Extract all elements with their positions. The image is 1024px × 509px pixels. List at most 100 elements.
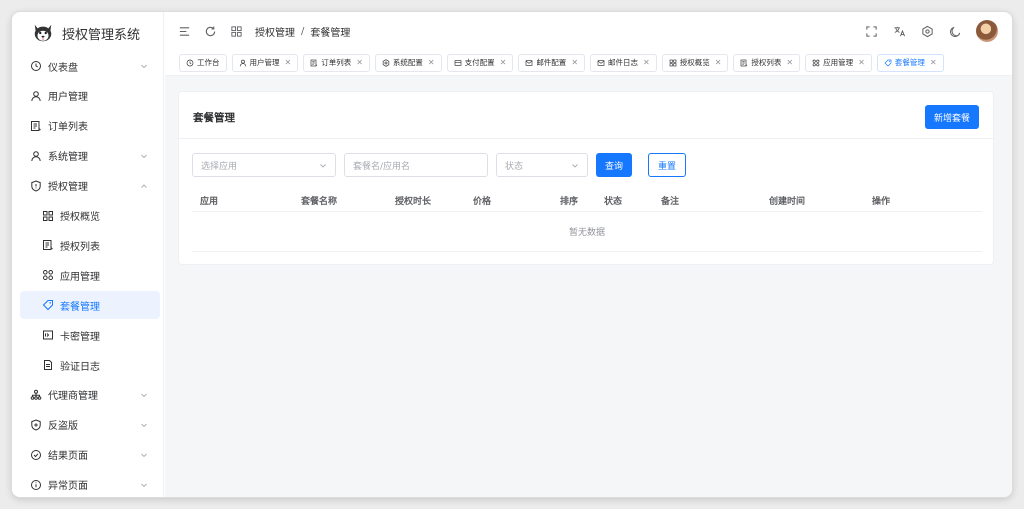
mail-icon (597, 59, 605, 66)
user-icon (31, 150, 41, 161)
avatar[interactable] (976, 20, 998, 42)
info-circle-icon (31, 479, 41, 490)
sidebar-item-label: 异常页面 (48, 481, 88, 493)
shield-plus-icon (31, 419, 41, 431)
page-title: 套餐管理 (193, 112, 235, 124)
tab[interactable]: 支付配置 ✕ (446, 53, 514, 72)
sidebar-item[interactable]: 验证日志 (20, 351, 160, 379)
sidebar-item-label: 结果页面 (48, 451, 88, 463)
list-icon (43, 240, 53, 251)
sidebar-item[interactable]: 应用管理 (20, 261, 160, 289)
chevron-down-icon (141, 453, 147, 457)
logo[interactable]: 授权管理系统 (12, 12, 163, 54)
translate-icon[interactable] (892, 24, 906, 38)
status-select[interactable]: 状态 (496, 153, 588, 177)
column-header: 授权时长 (395, 197, 432, 207)
close-icon[interactable]: ✕ (930, 58, 937, 67)
sidebar-item[interactable]: 用户管理 (20, 82, 160, 110)
content-card: 套餐管理 新增套餐 选择应用 套餐名/应用名 状态 查询 重置 应用 套餐名称 授权… (178, 91, 994, 265)
sidebar-item[interactable]: 卡密管理 (20, 321, 160, 349)
tab[interactable]: 工作台 (179, 53, 227, 72)
tab-label: 套餐管理 (894, 58, 925, 67)
sidebar-item-label: 卡密管理 (60, 331, 100, 343)
settings-icon[interactable] (920, 24, 934, 38)
tab[interactable]: 系统配置 ✕ (374, 53, 442, 72)
refresh-icon[interactable] (203, 24, 217, 38)
sidebar-item[interactable]: 套餐管理 (20, 291, 160, 320)
close-icon[interactable]: ✕ (643, 58, 650, 67)
sidebar-item[interactable]: 订单列表 (20, 112, 160, 140)
column-header: 备注 (661, 197, 680, 207)
tab-label: 授权列表 (751, 58, 782, 67)
package-search-placeholder: 套餐名/应用名 (353, 161, 411, 172)
sidebar-item-label: 授权列表 (60, 241, 100, 253)
user-icon (30, 90, 42, 102)
org-icon (30, 389, 42, 401)
tag-icon (42, 300, 53, 311)
close-icon[interactable]: ✕ (571, 58, 578, 67)
user-icon (31, 91, 41, 101)
mail-icon (525, 59, 533, 66)
close-icon[interactable]: ✕ (500, 58, 507, 67)
breadcrumb-item-parent[interactable]: 授权管理 (255, 24, 295, 39)
grid-icon (43, 210, 53, 221)
grid-icon (669, 59, 677, 66)
close-icon[interactable]: ✕ (715, 58, 722, 67)
grid-icon (42, 210, 54, 222)
husky-logo-icon (34, 24, 52, 42)
tab-label: 邮件配置 (536, 58, 567, 67)
grid-icon[interactable] (229, 24, 243, 38)
tab[interactable]: 授权列表 ✕ (733, 53, 801, 72)
tab[interactable]: 用户管理 ✕ (231, 53, 299, 72)
reset-button[interactable]: 重置 (648, 153, 687, 177)
tab[interactable]: 邮件日志 ✕ (590, 53, 657, 72)
query-button[interactable]: 查询 (596, 153, 633, 177)
chevron-down-icon (141, 483, 147, 487)
close-icon[interactable]: ✕ (786, 58, 793, 67)
list-icon (42, 239, 54, 251)
list-icon (310, 59, 318, 66)
sidebar-item-label: 反盗版 (48, 421, 78, 433)
sidebar-item[interactable]: 仪表盘 (20, 52, 160, 80)
sidebar-item[interactable]: 系统管理 (20, 142, 160, 170)
chevron-down-icon (141, 64, 147, 69)
package-search-input[interactable]: 套餐名/应用名 (344, 153, 488, 177)
close-icon[interactable]: ✕ (858, 58, 865, 67)
sidebar-item[interactable]: 异常页面 (20, 471, 160, 497)
card-icon (43, 330, 53, 340)
chevron-down-icon (141, 423, 147, 427)
close-icon[interactable]: ✕ (356, 58, 363, 67)
payment-icon (454, 59, 461, 66)
fullscreen-icon[interactable] (864, 24, 878, 38)
tab-label: 应用管理 (823, 58, 854, 67)
app-select[interactable]: 选择应用 (192, 153, 336, 177)
close-icon[interactable]: ✕ (428, 58, 435, 67)
sidebar-item[interactable]: 授权概览 (20, 202, 160, 230)
tab-label: 系统配置 (392, 58, 423, 67)
close-icon[interactable]: ✕ (285, 58, 292, 67)
sidebar-item-label: 套餐管理 (60, 301, 100, 313)
sidebar-item[interactable]: 授权列表 (20, 231, 160, 259)
card-icon (42, 329, 54, 341)
sidebar-item[interactable]: 授权管理 (20, 172, 160, 200)
tab[interactable]: 套餐管理 ✕ (876, 53, 944, 72)
tab[interactable]: 订单列表 ✕ (303, 53, 370, 72)
header-actions (864, 20, 998, 42)
shield-icon (31, 180, 41, 192)
user-icon (30, 150, 42, 162)
sidebar-item-label: 授权概览 (60, 212, 100, 223)
sidebar-item-label: 订单列表 (48, 122, 88, 134)
filter-bar: 选择应用 套餐名/应用名 状态 查询 重置 (192, 153, 687, 177)
dark-mode-icon[interactable] (948, 24, 962, 38)
sidebar-item[interactable]: 结果页面 (20, 441, 160, 469)
column-header: 创建时间 (769, 197, 806, 207)
tab[interactable]: 授权概览 ✕ (661, 53, 729, 72)
add-package-button[interactable]: 新增套餐 (924, 105, 979, 129)
tab[interactable]: 应用管理 ✕ (805, 53, 872, 72)
sidebar-item[interactable]: 反盗版 (20, 411, 160, 439)
tab-label: 用户管理 (249, 58, 280, 67)
tab[interactable]: 邮件配置 ✕ (518, 53, 586, 72)
sidebar: 授权管理系统 仪表盘 用户管理订单列表系统管理 授权管理授权概览授权列表应用管理套餐… (12, 12, 164, 497)
collapse-menu-icon[interactable] (177, 24, 191, 38)
sidebar-item[interactable]: 代理商管理 (20, 381, 160, 409)
